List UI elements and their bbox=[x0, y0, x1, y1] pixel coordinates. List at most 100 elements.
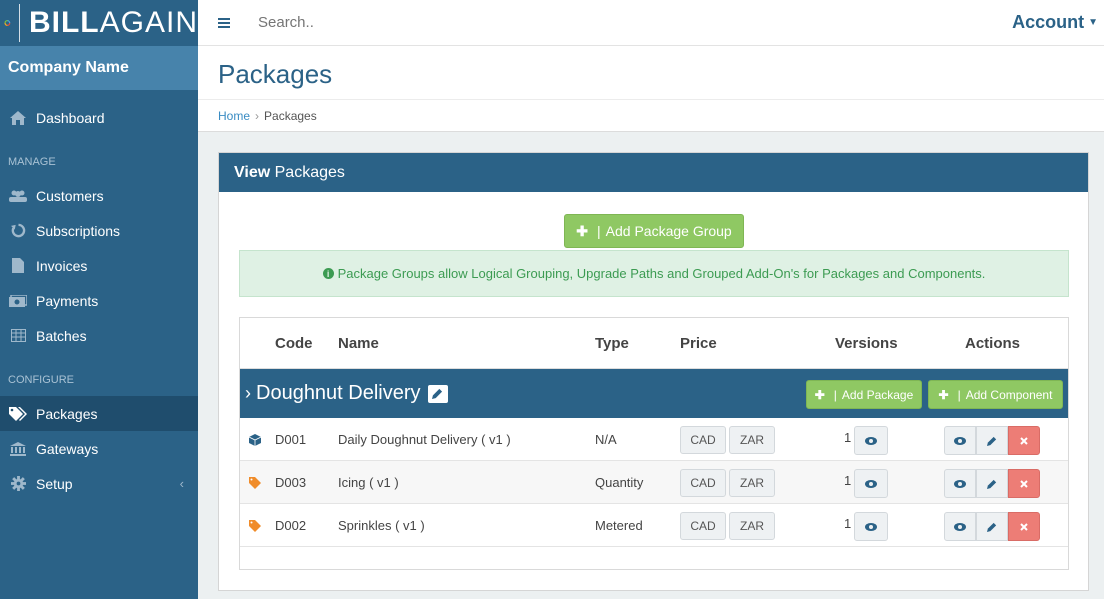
edit-group-icon[interactable] bbox=[427, 384, 448, 403]
add-package-group-button[interactable]: ✚ | Add Package Group bbox=[564, 214, 744, 248]
users-icon bbox=[8, 190, 28, 202]
price-cad-button[interactable]: CAD bbox=[680, 469, 726, 497]
breadcrumb: Home › Packages bbox=[198, 100, 1104, 123]
account-label: Account bbox=[1012, 12, 1085, 32]
page-title: Packages bbox=[198, 46, 1104, 100]
plus-icon: ✚ bbox=[576, 222, 588, 239]
alert-text: Package Groups allow Logical Grouping, U… bbox=[337, 266, 986, 281]
column-header-versions: Versions bbox=[835, 335, 898, 352]
add-package-button[interactable]: ✚ | Add Package bbox=[806, 380, 922, 409]
view-eye-icon[interactable] bbox=[944, 512, 976, 541]
company-name[interactable]: Company Name bbox=[0, 46, 198, 90]
topbar: Account ▼ bbox=[198, 0, 1104, 46]
tag-icon bbox=[249, 520, 261, 535]
sidebar-item-subscriptions[interactable]: Subscriptions bbox=[0, 213, 198, 248]
table-row: D002 Sprinkles ( v1 ) Metered CAD ZAR 1 bbox=[240, 504, 1068, 547]
sidebar-item-packages[interactable]: Packages bbox=[0, 396, 198, 431]
row-code: D003 bbox=[275, 475, 307, 490]
view-versions-eye-icon[interactable] bbox=[854, 426, 888, 455]
row-name: Icing ( v1 ) bbox=[338, 475, 399, 490]
sidebar-item-batches[interactable]: Batches bbox=[0, 318, 198, 353]
price-cad-button[interactable]: CAD bbox=[680, 512, 726, 540]
chevron-right-icon[interactable]: › bbox=[245, 383, 251, 404]
package-group-name: Doughnut Delivery bbox=[256, 382, 421, 404]
home-icon bbox=[8, 110, 28, 125]
view-versions-eye-icon[interactable] bbox=[854, 512, 888, 541]
version-count: 1 bbox=[844, 473, 852, 488]
billagain-logo-icon bbox=[4, 20, 11, 26]
packages-panel: View Packages ✚ | Add Package Group i Pack… bbox=[218, 152, 1089, 591]
view-versions-eye-icon[interactable] bbox=[854, 469, 888, 498]
sidebar-item-label: Setup bbox=[36, 475, 73, 492]
breadcrumb-home-link[interactable]: Home bbox=[218, 109, 250, 123]
sidebar-item-label: Customers bbox=[36, 187, 104, 204]
account-menu[interactable]: Account ▼ bbox=[1012, 12, 1098, 33]
breadcrumb-current: Packages bbox=[264, 109, 317, 123]
row-type: N/A bbox=[595, 432, 617, 447]
column-header-name: Name bbox=[338, 335, 379, 352]
sidebar-item-label: Packages bbox=[36, 405, 98, 422]
sidebar-item-customers[interactable]: Customers bbox=[0, 178, 198, 213]
add-component-button[interactable]: ✚ | Add Component bbox=[928, 380, 1063, 409]
info-icon: i bbox=[322, 268, 334, 279]
cube-icon bbox=[248, 434, 262, 449]
file-icon bbox=[8, 258, 28, 273]
panel-title: View Packages bbox=[219, 153, 1088, 192]
edit-pencil-icon[interactable] bbox=[976, 426, 1008, 455]
logo-wordmark: BILLAGAIN bbox=[28, 6, 198, 39]
packages-table: Code Name Type Price Versions Actions › … bbox=[239, 317, 1069, 570]
sidebar-item-invoices[interactable]: Invoices bbox=[0, 248, 198, 283]
plus-icon: ✚ bbox=[814, 387, 825, 402]
column-header-actions: Actions bbox=[965, 335, 1021, 352]
tags-icon bbox=[8, 406, 28, 421]
page-header: Packages Home › Packages bbox=[198, 46, 1104, 132]
row-name: Sprinkles ( v1 ) bbox=[338, 518, 425, 533]
view-eye-icon[interactable] bbox=[944, 469, 976, 498]
gear-icon bbox=[8, 476, 28, 491]
button-label: Add Component bbox=[965, 387, 1053, 402]
info-alert: i Package Groups allow Logical Grouping,… bbox=[239, 250, 1069, 297]
sidebar-item-gateways[interactable]: Gateways bbox=[0, 431, 198, 466]
edit-pencil-icon[interactable] bbox=[976, 469, 1008, 498]
sidebar-item-label: Payments bbox=[36, 292, 99, 309]
bank-icon bbox=[8, 441, 28, 456]
delete-x-icon[interactable] bbox=[1008, 469, 1040, 498]
price-zar-button[interactable]: ZAR bbox=[729, 426, 775, 454]
table-row: D001 Daily Doughnut Delivery ( v1 ) N/A … bbox=[240, 418, 1068, 461]
delete-x-icon[interactable] bbox=[1008, 512, 1040, 541]
row-code: D002 bbox=[275, 518, 307, 533]
refresh-icon bbox=[8, 223, 28, 238]
button-label: Add Package Group bbox=[605, 223, 732, 239]
button-label: Add Package bbox=[841, 387, 914, 402]
column-header-code: Code bbox=[275, 335, 313, 352]
menu-toggle-icon[interactable] bbox=[198, 17, 250, 28]
view-eye-icon[interactable] bbox=[944, 426, 976, 455]
caret-down-icon: ▼ bbox=[1088, 17, 1098, 28]
price-zar-button[interactable]: ZAR bbox=[729, 469, 775, 497]
tag-icon bbox=[249, 477, 261, 492]
brand-logo[interactable]: BILLAGAIN bbox=[0, 0, 198, 46]
row-name: Daily Doughnut Delivery ( v1 ) bbox=[338, 432, 511, 447]
sidebar-item-label: Subscriptions bbox=[36, 222, 121, 239]
sidebar-item-label: Batches bbox=[36, 327, 87, 344]
edit-pencil-icon[interactable] bbox=[976, 512, 1008, 541]
sidebar-item-payments[interactable]: Payments bbox=[0, 283, 198, 318]
table-row: D003 Icing ( v1 ) Quantity CAD ZAR 1 bbox=[240, 461, 1068, 504]
breadcrumb-separator: › bbox=[255, 109, 260, 123]
column-header-type: Type bbox=[595, 335, 629, 352]
sidebar-item-label: Gateways bbox=[36, 440, 99, 457]
row-code: D001 bbox=[275, 432, 307, 447]
price-cad-button[interactable]: CAD bbox=[680, 426, 726, 454]
version-count: 1 bbox=[844, 430, 852, 445]
chevron-left-icon[interactable]: ‹ bbox=[180, 476, 184, 491]
table-header: Code Name Type Price Versions Actions bbox=[240, 318, 1068, 369]
version-count: 1 bbox=[844, 516, 852, 531]
sidebar-item-setup[interactable]: Setup ‹ bbox=[0, 466, 198, 501]
nav-section-configure: CONFIGURE bbox=[8, 374, 74, 386]
sidebar-item-dashboard[interactable]: Dashboard bbox=[0, 100, 198, 135]
search-input[interactable] bbox=[258, 14, 558, 31]
price-zar-button[interactable]: ZAR bbox=[729, 512, 775, 540]
delete-x-icon[interactable] bbox=[1008, 426, 1040, 455]
package-group-row[interactable]: › Doughnut Delivery ✚ | Add Package ✚ | Add … bbox=[240, 369, 1068, 418]
row-type: Metered bbox=[595, 518, 643, 533]
